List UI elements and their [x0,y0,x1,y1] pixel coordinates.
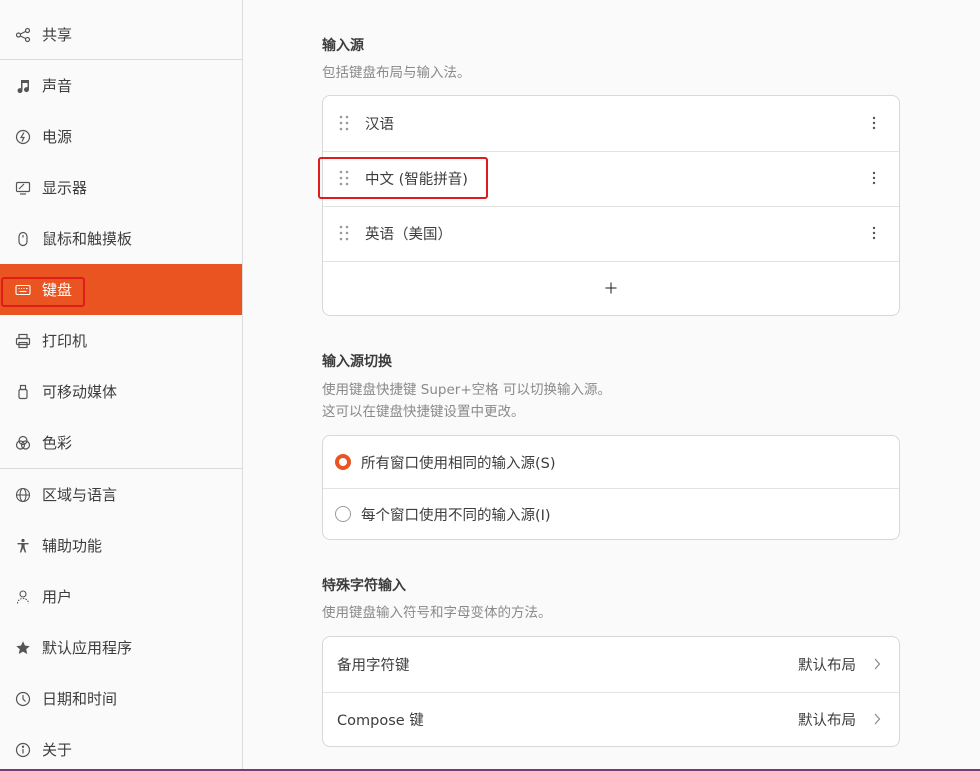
chevron-right-icon [874,658,881,670]
power-icon [14,128,31,145]
sidebar-item-label: 日期和时间 [42,690,118,708]
annotation-highlight-keyboard [1,277,85,307]
share-icon [14,26,31,43]
input-source-row[interactable]: 汉语 [323,96,899,151]
sidebar-item-label: 声音 [42,77,73,95]
sidebar-item-label: 鼠标和触摸板 [42,230,133,248]
input-source-label: 汉语 [365,117,394,133]
switching-title: 输入源切换 [322,354,392,370]
sidebar-item-region-language[interactable]: 区域与语言 [0,469,242,520]
add-icon [605,282,617,294]
drag-handle-icon[interactable] [339,225,349,241]
radio-unselected[interactable] [335,506,351,522]
sidebar-item-color[interactable]: 色彩 [0,417,242,468]
special-chars-description: 使用键盘输入符号和字母变体的方法。 [322,605,552,621]
row-value: 默认布局 [798,658,856,674]
main-panel: 输入源 包括键盘布局与输入法。 汉语 中文 (智能拼音) 英语（美国） 输入源切… [243,0,980,771]
sidebar-item-label: 区域与语言 [42,486,118,504]
add-input-source-button[interactable] [323,261,899,315]
sidebar-item-default-apps[interactable]: 默认应用程序 [0,622,242,673]
drag-handle-icon[interactable] [339,115,349,131]
alternate-characters-key-row[interactable]: 备用字符键 默认布局 [323,637,899,692]
radio-selected[interactable] [335,454,351,470]
switching-description-2: 这可以在键盘快捷键设置中更改。 [322,404,525,420]
special-chars-list: 备用字符键 默认布局 Compose 键 默认布局 [322,636,900,747]
sidebar-item-accessibility[interactable]: 辅助功能 [0,520,242,571]
sidebar-item-share[interactable]: 共享 [0,9,242,60]
display-icon [14,179,31,196]
sidebar-item-power[interactable]: 电源 [0,111,242,162]
clock-icon [14,690,31,707]
sidebar-item-date-time[interactable]: 日期和时间 [0,673,242,724]
removable-media-icon [14,383,31,400]
row-value: 默认布局 [798,713,856,729]
input-sources-title: 输入源 [322,38,364,54]
sidebar-item-label: 共享 [42,26,73,44]
switching-options: 所有窗口使用相同的输入源(S) 每个窗口使用不同的输入源(I) [322,435,900,540]
more-options-icon[interactable] [871,171,877,185]
star-icon [14,639,31,656]
sidebar-item-removable-media[interactable]: 可移动媒体 [0,366,242,417]
switching-description-1: 使用键盘快捷键 Super+空格 可以切换输入源。 [322,382,611,398]
sidebar: 共享 声音 电源 显示器 鼠标和触摸板 键盘 打印机 可移动媒体 色彩 区域与语… [0,0,243,771]
row-label: 备用字符键 [337,658,410,674]
input-source-row[interactable]: 英语（美国） [323,206,899,261]
sidebar-item-label: 电源 [42,128,73,146]
radio-option-same-source[interactable]: 所有窗口使用相同的输入源(S) [323,436,899,488]
radio-label: 所有窗口使用相同的输入源(S) [361,455,556,472]
sidebar-item-mouse[interactable]: 鼠标和触摸板 [0,213,242,264]
sidebar-item-display[interactable]: 显示器 [0,162,242,213]
sidebar-item-label: 辅助功能 [42,537,103,555]
special-chars-title: 特殊字符输入 [322,578,406,594]
mouse-icon [14,230,31,247]
input-source-label: 英语（美国） [365,227,452,243]
sidebar-item-label: 用户 [42,588,73,606]
sidebar-item-label: 显示器 [42,179,88,197]
accessibility-icon [14,537,31,554]
sidebar-item-label: 打印机 [42,332,88,350]
sidebar-item-printer[interactable]: 打印机 [0,315,242,366]
sidebar-item-users[interactable]: 用户 [0,571,242,622]
user-icon [14,588,31,605]
radio-label: 每个窗口使用不同的输入源(I) [361,507,551,524]
globe-icon [14,486,31,503]
sidebar-item-sound[interactable]: 声音 [0,60,242,111]
annotation-highlight-input-source [318,157,488,199]
input-sources-description: 包括键盘布局与输入法。 [322,65,471,81]
printer-icon [14,332,31,349]
sidebar-item-label: 默认应用程序 [42,639,133,657]
more-options-icon[interactable] [871,116,877,130]
sidebar-item-label: 可移动媒体 [42,383,118,401]
row-label: Compose 键 [337,713,424,729]
chevron-right-icon [874,713,881,725]
info-icon [14,741,31,758]
music-note-icon [14,77,31,94]
radio-option-per-window[interactable]: 每个窗口使用不同的输入源(I) [323,488,899,539]
more-options-icon[interactable] [871,226,877,240]
sidebar-item-label: 关于 [42,741,73,759]
compose-key-row[interactable]: Compose 键 默认布局 [323,692,899,746]
sidebar-item-label: 色彩 [42,434,73,452]
sidebar-item-about[interactable]: 关于 [0,724,242,771]
color-icon [14,434,31,451]
input-sources-list: 汉语 中文 (智能拼音) 英语（美国） [322,95,900,316]
